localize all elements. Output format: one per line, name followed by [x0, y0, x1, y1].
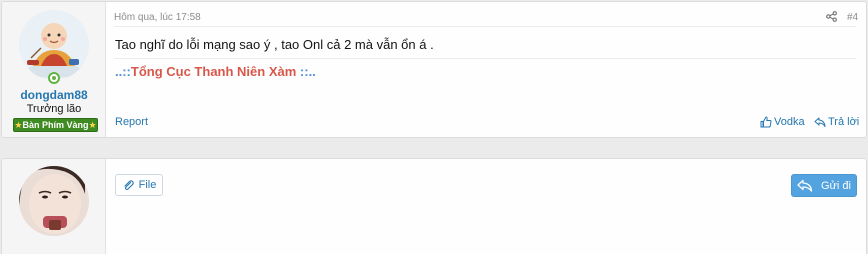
thumbs-up-icon — [760, 116, 772, 128]
post-date[interactable]: Hôm qua, lúc 17:58 — [114, 12, 201, 23]
reply-button[interactable]: Trả lời — [814, 116, 859, 128]
post-body: Tao nghĩ do lỗi mạng sao ý , tao Onl cả … — [115, 37, 434, 52]
reply-label: Trả lời — [828, 116, 860, 128]
avatar[interactable] — [19, 10, 89, 80]
monk-avatar-illustration — [19, 10, 89, 80]
reply-icon — [814, 117, 826, 127]
user-banner: ★Bàn Phím Vàng★ — [13, 118, 98, 132]
reply-icon — [797, 179, 813, 192]
attach-file-button[interactable]: File — [115, 174, 163, 196]
user-title: Trưởng lão — [26, 103, 82, 115]
like-button[interactable]: Vodka — [760, 116, 805, 128]
divider — [114, 58, 856, 59]
share-icon[interactable] — [826, 11, 837, 22]
avatar[interactable] — [19, 166, 89, 236]
signature-prefix: ..:: — [115, 64, 131, 79]
post-message: dongdam88 Trưởng lão ★Bàn Phím Vàng★ Hôm… — [1, 1, 867, 138]
paperclip-icon — [124, 180, 134, 191]
signature: ..::Tổng Cục Thanh Niên Xàm ::.. — [115, 64, 316, 79]
signature-suffix: ::.. — [296, 64, 316, 79]
star-icon: ★ — [88, 120, 97, 130]
user-info-column — [2, 159, 106, 254]
quick-reply-box: File Gửi đi — [1, 158, 867, 254]
user-banner-label: Bàn Phím Vàng — [22, 120, 89, 130]
online-status-icon — [48, 72, 60, 84]
post-number[interactable]: #4 — [847, 12, 858, 23]
divider — [114, 26, 856, 27]
user-photo — [19, 166, 89, 236]
like-label: Vodka — [774, 116, 805, 128]
send-button[interactable]: Gửi đi — [791, 174, 857, 197]
attach-file-label: File — [138, 179, 157, 191]
signature-text: Tổng Cục Thanh Niên Xàm — [130, 64, 297, 79]
report-link[interactable]: Report — [115, 116, 148, 128]
send-label: Gửi đi — [821, 179, 851, 192]
user-info-column: dongdam88 Trưởng lão ★Bàn Phím Vàng★ — [2, 2, 106, 137]
username[interactable]: dongdam88 — [2, 88, 106, 102]
